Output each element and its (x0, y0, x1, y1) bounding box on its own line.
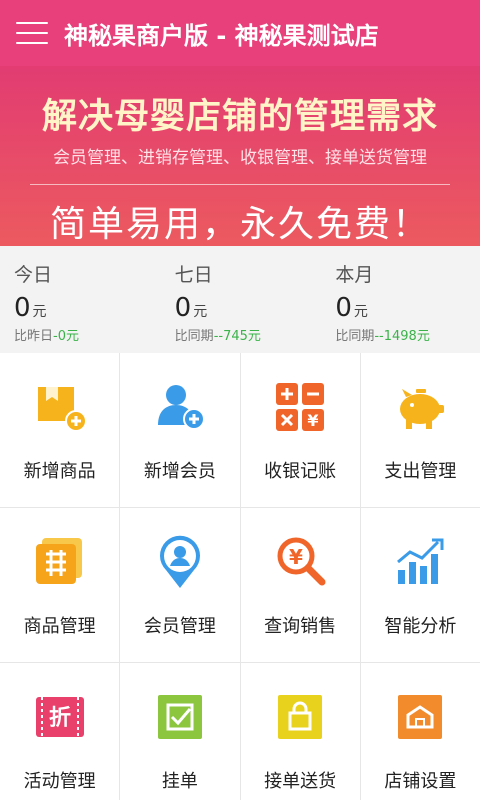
hold-order-icon (152, 689, 208, 745)
tile-add-product[interactable]: 新增商品 (0, 353, 120, 507)
stat-delta: -0元 (53, 329, 79, 344)
member-location-icon (152, 534, 208, 590)
tile-campaign[interactable]: 折 活动管理 (0, 663, 120, 800)
stat-label: 本月 (335, 264, 374, 286)
top-bar: 神秘果商户版 - 神秘果测试店 (0, 0, 480, 66)
tile-add-member[interactable]: 新增会员 (120, 353, 240, 507)
tile-search-sales[interactable]: ¥ 查询销售 (240, 508, 360, 662)
stat-compare: 比同期--745元 (174, 329, 261, 344)
tile-label: 活动管理 (23, 771, 96, 792)
tile-label: 新增会员 (143, 461, 216, 482)
menu-icon[interactable] (14, 18, 50, 48)
add-product-icon (32, 379, 88, 435)
tile-cashier[interactable]: ¥ 收银记账 (240, 353, 360, 507)
tile-label: 查询销售 (264, 616, 337, 637)
stat-unit: 元 (32, 304, 47, 320)
page-title: 神秘果商户版 - 神秘果测试店 (64, 21, 379, 50)
tile-label: 新增商品 (23, 461, 96, 482)
banner-subline: 会员管理、进销存管理、收银管理、接单送货管理 (53, 148, 427, 168)
stat-value: 0 (335, 293, 352, 323)
discount-ticket-icon: 折 (32, 689, 88, 745)
stat-delta: --1498元 (374, 329, 430, 344)
promo-banner[interactable]: 解决母婴店铺的管理需求 会员管理、进销存管理、收银管理、接单送货管理 简单易用，… (0, 66, 480, 246)
add-member-icon (152, 379, 208, 435)
chart-icon (392, 534, 448, 590)
tile-delivery[interactable]: 接单送货 (240, 663, 360, 800)
banner-divider (30, 184, 450, 185)
stat-compare: 比同期--1498元 (335, 329, 430, 344)
piggy-bank-icon (392, 379, 448, 435)
stat-delta: --745元 (213, 329, 261, 344)
tile-expense[interactable]: 支出管理 (360, 353, 480, 507)
tile-label: 收银记账 (264, 461, 337, 482)
stat-this-month[interactable]: 本月 0 元 比同期--1498元 (319, 260, 480, 353)
banner-headline: 解决母婴店铺的管理需求 (41, 97, 438, 137)
svg-text:¥: ¥ (289, 545, 303, 569)
tile-product-management[interactable]: 商品管理 (0, 508, 120, 662)
banner-slogan: 简单易用，永久免费！ (49, 204, 430, 245)
stat-unit: 元 (353, 304, 368, 320)
shopping-bag-icon (272, 689, 328, 745)
tile-label: 店铺设置 (384, 771, 457, 792)
product-grid-icon (32, 534, 88, 590)
stat-compare: 比昨日-0元 (14, 329, 79, 344)
tile-label: 智能分析 (384, 616, 457, 637)
tile-label: 支出管理 (384, 461, 457, 482)
app-screen: 神秘果商户版 - 神秘果测试店 解决母婴店铺的管理需求 会员管理、进销存管理、收… (0, 0, 480, 800)
function-grid: 新增商品 新增会员 ¥ 收银记账 支出管理 商品管理 会员管理 ¥ 查询销售 智… (0, 353, 480, 800)
tile-label: 挂单 (161, 771, 198, 792)
svg-text:¥: ¥ (308, 411, 319, 430)
tile-analysis[interactable]: 智能分析 (360, 508, 480, 662)
calculator-icon: ¥ (272, 379, 328, 435)
tile-label: 会员管理 (143, 616, 216, 637)
tile-label: 商品管理 (23, 616, 96, 637)
tile-store-settings[interactable]: 店铺设置 (360, 663, 480, 800)
stat-seven-days[interactable]: 七日 0 元 比同期--745元 (159, 260, 320, 353)
stat-value: 0 (14, 293, 31, 323)
sales-stats: 今日 0 元 比昨日-0元 七日 0 元 比同期--745元 本月 0 元 比同… (0, 246, 480, 353)
tile-member-management[interactable]: 会员管理 (120, 508, 240, 662)
stat-label: 今日 (14, 264, 53, 286)
search-sales-icon: ¥ (272, 534, 328, 590)
stat-value: 0 (174, 293, 192, 323)
store-settings-icon (392, 689, 448, 745)
stat-unit: 元 (193, 304, 208, 320)
svg-text:折: 折 (49, 706, 71, 731)
tile-hold-order[interactable]: 挂单 (120, 663, 240, 800)
stat-today[interactable]: 今日 0 元 比昨日-0元 (0, 260, 159, 353)
stat-label: 七日 (174, 264, 213, 286)
tile-label: 接单送货 (264, 771, 337, 792)
